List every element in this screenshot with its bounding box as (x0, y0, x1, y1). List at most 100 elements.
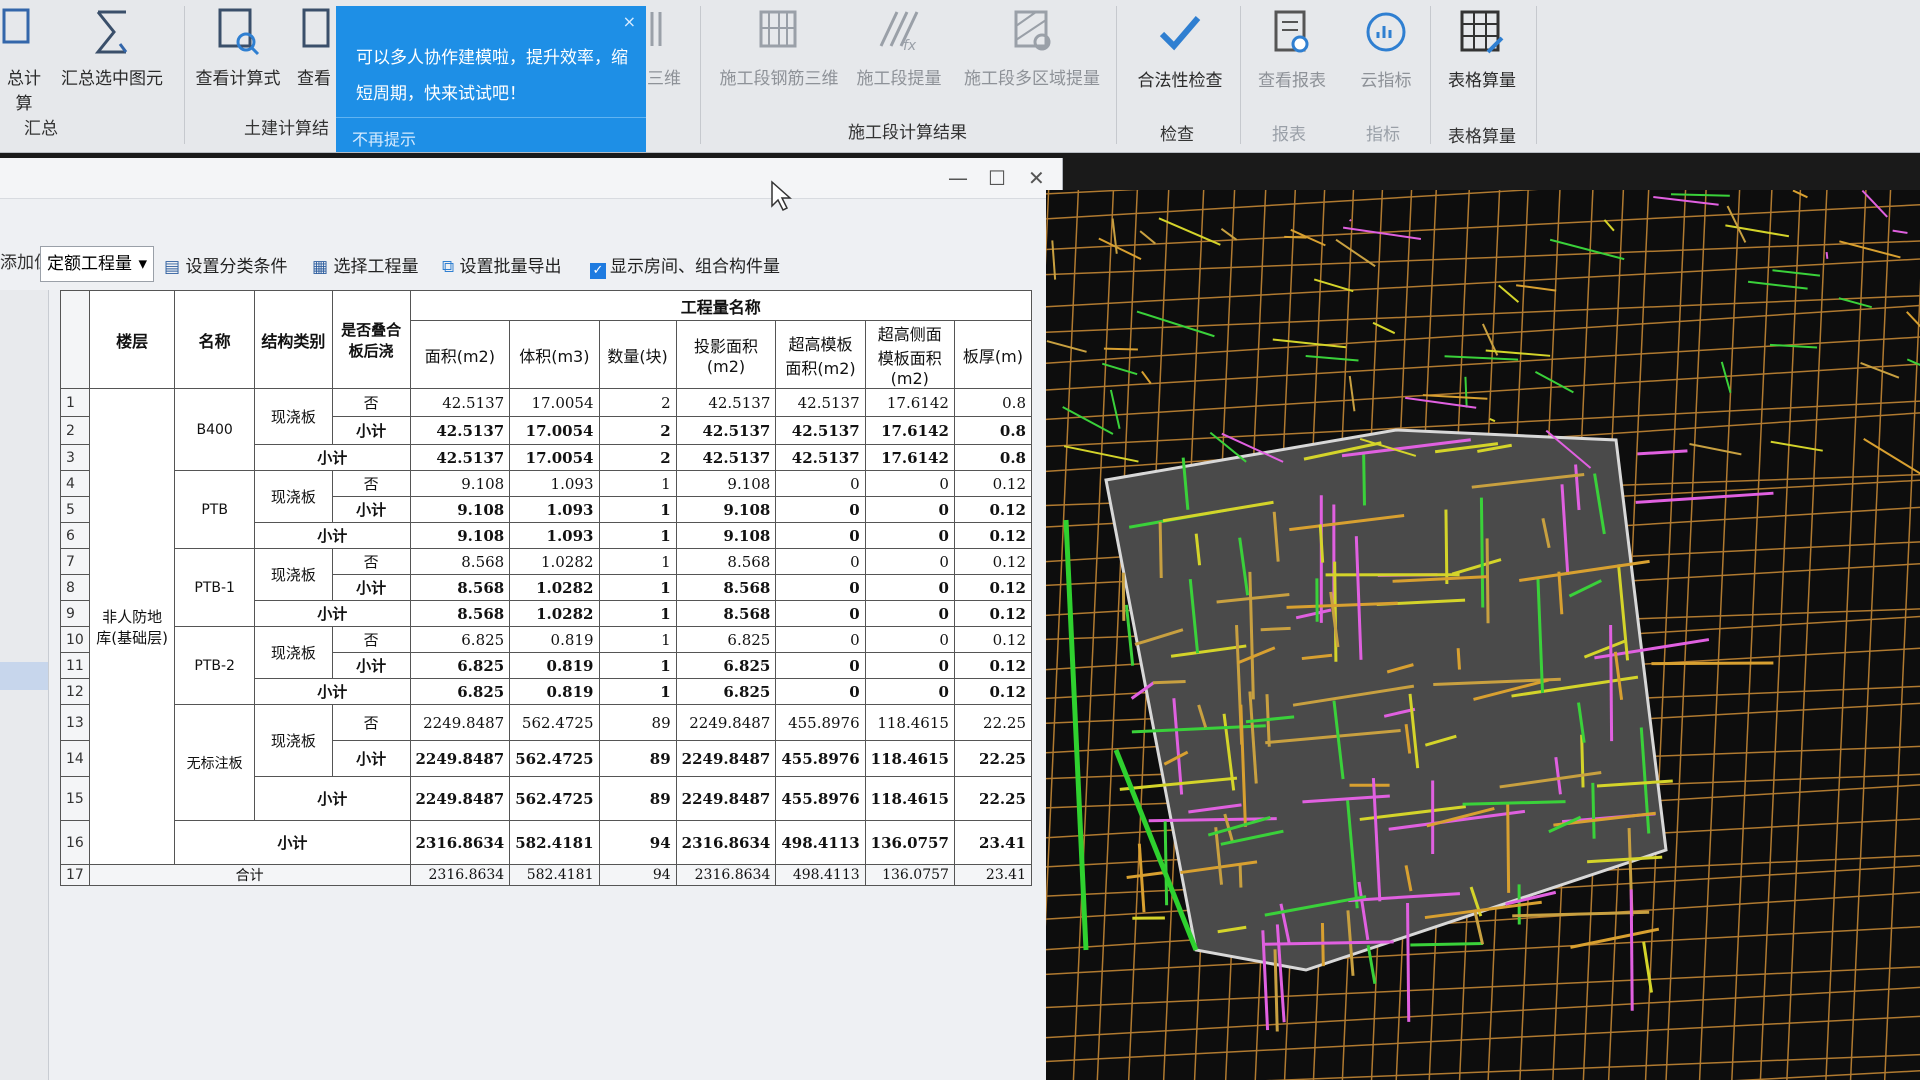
close-icon[interactable]: × (623, 12, 636, 31)
validity-check-button[interactable]: 合法性检查 (1128, 8, 1232, 91)
value-cell: 17.0054 (509, 416, 600, 445)
subtotal-label: 小计 (254, 522, 411, 549)
cad-line (1670, 193, 1730, 197)
value-cell: 1 (598, 548, 677, 575)
value-cell: 2 (598, 444, 677, 471)
3d-button[interactable]: 三维 (644, 6, 684, 89)
table-row[interactable]: 1 非人防地库(基础层) B400 现浇板否 42.5137 17.0054 2 42.513… (60, 388, 1033, 865)
cloud-index-button[interactable]: 云指标 (1346, 8, 1426, 91)
dont-show-again-link[interactable]: 不再提示 (352, 126, 416, 150)
cad-line (1163, 821, 1169, 906)
value-cell: 1.093 (509, 470, 600, 497)
table-row[interactable]: 10 PTB-2 现浇板否 6.825 0.819 1 6.825 0 0 0.12 (60, 626, 1033, 705)
cad-line (1653, 195, 1719, 206)
table-row[interactable]: 13 无标注板 现浇板否 2249.8487 562.4725 89 2249.8487 45… (60, 704, 1033, 821)
value-cell: 2316.8634 (409, 820, 511, 865)
cloud-index-icon (1366, 12, 1406, 52)
close-dialog-icon[interactable]: ✕ (1028, 166, 1045, 190)
value-cell: 0.12 (953, 652, 1033, 679)
value-cell: 22.25 (953, 776, 1033, 821)
minimize-icon[interactable]: — (948, 166, 968, 190)
cad-line (1849, 190, 1892, 1080)
set-category-button[interactable]: ▤ 设置分类条件 (164, 252, 287, 277)
value-cell: 94 (598, 820, 677, 865)
name-cell: B400 (174, 388, 255, 471)
cad-line (1141, 370, 1152, 385)
stage-quantity-button[interactable]: fx 施工段提量 (852, 6, 946, 89)
value-cell: 0 (775, 574, 866, 601)
table-row[interactable]: 7 PTB-1 现浇板否 8.568 1.0282 1 8.568 0 0 0.12 (60, 548, 1033, 627)
value-cell: 8.568 (675, 574, 777, 601)
value-cell: 0.12 (953, 548, 1033, 575)
quantity-type-select[interactable]: 定额工程量 ▾ (40, 246, 154, 282)
report-icon (1274, 10, 1309, 53)
table-row[interactable]: 16 小计 2316.8634 582.4181 94 2316.8634 498.4113… (60, 820, 1033, 865)
table-calc-button[interactable]: 表格算量 (1436, 8, 1528, 91)
cad-line (1489, 417, 1496, 423)
subtotal-label: 小计 (174, 820, 411, 865)
maximize-icon[interactable]: ☐ (988, 166, 1006, 190)
value-cell: 42.5137 (775, 388, 866, 417)
table-row[interactable]: 17 合计 2316.8634 582.4181 94 2316.8634 498.4113… (60, 864, 1033, 886)
value-cell: 0.12 (953, 470, 1033, 497)
composite-cell: 否 (331, 548, 411, 575)
col-count: 数量(块) (598, 320, 677, 389)
value-cell: 0 (864, 548, 955, 575)
value-cell: 0 (775, 548, 866, 575)
value-cell: 2 (598, 416, 677, 445)
batch-export-button[interactable]: ⧉ 设置批量导出 (442, 252, 562, 277)
group-table-calc: 表格算量 (1448, 127, 1516, 147)
row-number: 17 (60, 864, 90, 886)
view-formula-button[interactable]: 查看计算式 (192, 6, 284, 89)
value-cell: 118.4615 (864, 740, 955, 777)
checkmark-icon (1159, 16, 1201, 51)
row-number: 9 (60, 600, 90, 627)
value-cell: 0.12 (953, 600, 1033, 627)
struct-type-cell: 现浇板 (254, 626, 333, 679)
table-calc-icon (1460, 10, 1504, 54)
total-calc-button[interactable]: 总计算 (0, 6, 48, 114)
value-cell: 0.819 (509, 626, 600, 653)
group-summary: 汇总 (24, 119, 58, 139)
rebar-3d-button[interactable]: 施工段钢筋三维 (712, 6, 846, 89)
col-name: 名称 (174, 290, 255, 389)
subbar: 添加位置 ▾ (0, 200, 1062, 273)
view-button[interactable]: 查看 (294, 6, 334, 89)
cad-line (1506, 802, 1511, 893)
value-cell: 0 (864, 496, 955, 523)
value-cell: 2249.8487 (409, 740, 511, 777)
view-report-button[interactable]: 查看报表 (1248, 8, 1336, 91)
value-cell: 118.4615 (864, 776, 955, 821)
row-number: 14 (60, 740, 90, 777)
value-cell: 8.568 (675, 548, 777, 575)
value-cell: 42.5137 (775, 416, 866, 445)
value-cell: 0 (775, 522, 866, 549)
value-cell: 9.108 (409, 496, 511, 523)
show-rooms-checkbox[interactable]: ✓ 显示房间、组合构件量 (590, 252, 780, 279)
cad-line (1726, 205, 1747, 243)
cad-line (1121, 572, 1126, 621)
cad-3d-viewport[interactable] (1046, 190, 1920, 1080)
3d-icon (650, 12, 662, 46)
value-cell: 42.5137 (409, 444, 511, 471)
composite-cell: 否 (331, 470, 411, 497)
cad-line (1637, 449, 1688, 456)
cad-line (1838, 297, 1873, 309)
multi-area-button[interactable]: 施工段多区域提量 (958, 6, 1106, 89)
group-report: 报表 (1272, 125, 1306, 145)
svg-text:fx: fx (903, 38, 917, 54)
cad-line (1769, 343, 1818, 349)
cad-line (1046, 966, 1920, 1009)
value-cell: 1 (598, 496, 677, 523)
value-cell: 0 (864, 574, 955, 601)
sum-selected-button[interactable]: 汇总选中图元 (56, 6, 168, 89)
group-index: 指标 (1366, 125, 1400, 145)
select-quantity-button[interactable]: ▦ 选择工程量 (312, 252, 418, 277)
cad-line (1260, 626, 1291, 632)
value-cell: 1.093 (509, 522, 600, 549)
table-row[interactable]: 4 PTB 现浇板否 9.108 1.093 1 9.108 0 0 0.12 (60, 470, 1033, 549)
col-thickness: 板厚(m) (953, 320, 1033, 389)
row-number: 12 (60, 678, 90, 705)
value-cell: 89 (598, 704, 677, 741)
value-cell: 0 (864, 678, 955, 705)
